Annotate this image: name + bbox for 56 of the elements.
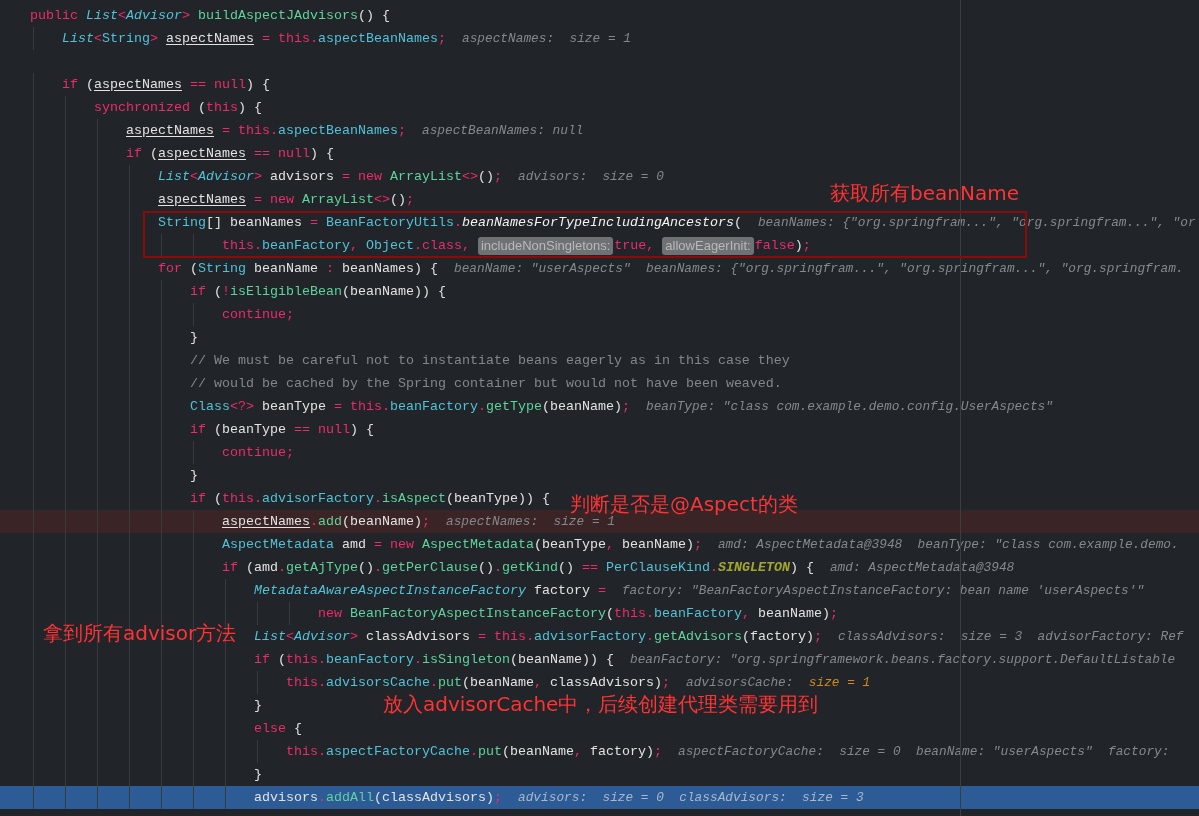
code-text: }	[254, 696, 262, 715]
code-text: aspectNames.add(beanName);	[222, 512, 430, 531]
code-text: if (beanType == null) {	[190, 420, 374, 439]
annotation-text: 拿到所有advisor方法	[43, 621, 237, 645]
code-text: if (aspectNames == null) {	[62, 75, 270, 94]
code-text: MetadataAwareAspectInstanceFactory factory =	[254, 581, 606, 600]
debug-value: advisorsCache: size = 1	[685, 673, 871, 692]
code-text: aspectNames = this.aspectBeanNames;	[126, 121, 406, 140]
annotation-text: 判断是否是@Aspect的类	[570, 492, 798, 516]
code-text: synchronized (this) {	[94, 98, 262, 117]
debug-value: advisors: size = 0 classAdvisors: size = 3	[518, 788, 864, 807]
code-text: List<String> aspectNames = this.aspectBeanNames;	[62, 29, 446, 48]
debug-value: advisors: size = 0	[517, 167, 664, 186]
code-text: for (String beanName : beanNames) {	[158, 259, 438, 278]
code-text: }	[254, 765, 262, 784]
code-text: Class<?> beanType = this.beanFactory.getType(beanName);	[190, 397, 630, 416]
code-text: String[] beanNames = BeanFactoryUtils.beanNamesForTypeIncludingAncestors(	[158, 213, 742, 232]
code-text: this.advisorsCache.put(beanName, classAdvisors);	[286, 673, 670, 692]
code-text: }	[190, 328, 198, 347]
code-text: else {	[254, 719, 302, 738]
debug-value: amd: AspectMetadata@3948 beanType: "class com.example.demo.	[717, 535, 1179, 554]
debug-value: aspectBeanNames: null	[421, 121, 584, 140]
debug-value: beanName: "userAspects" beanNames: {"org.springfram...", "org.springfram...", "org.springfram.	[453, 259, 1184, 278]
code-text: if (amd.getAjType().getPerClause().getKind() == PerClauseKind.SINGLETON) {	[222, 558, 814, 577]
parameter-hint: includeNonSingletons:	[478, 236, 614, 255]
debug-value: aspectNames: size = 1	[461, 29, 631, 48]
code-text: List<Advisor> advisors = new ArrayList<>();	[158, 167, 502, 186]
code-text: false);	[754, 236, 811, 255]
debug-value: aspectFactoryCache: size = 0 beanName: "userAspects" factory:	[677, 742, 1170, 761]
debug-value: classAdvisors: size = 3 advisorFactory: Ref	[837, 627, 1184, 646]
code-text: }	[190, 466, 198, 485]
code-text: if (aspectNames == null) {	[126, 144, 334, 163]
annotation-text: 放入advisorCache中，后续创建代理类需要用到	[383, 692, 819, 716]
code-text: new BeanFactoryAspectInstanceFactory(this.beanFactory, beanName);	[318, 604, 838, 623]
code-text: if (!isEligibleBean(beanName)) {	[190, 282, 446, 301]
code-text: this.beanFactory, Object.class,	[222, 236, 471, 255]
code-text: continue;	[222, 305, 294, 324]
code-text: if (this.beanFactory.isSingleton(beanName)) {	[254, 650, 614, 669]
debug-value: beanFactory: "org.springframework.beans.factory.support.DefaultListable	[629, 650, 1176, 669]
debug-value: factory: "BeanFactoryAspectInstanceFactory: bean name 'userAspects'"	[621, 581, 1145, 600]
code-text: AspectMetadata amd = new AspectMetadata(beanType, beanName);	[222, 535, 702, 554]
debug-value: amd: AspectMetadata@3948	[829, 558, 1015, 577]
code-text: true,	[614, 236, 656, 255]
code-text: // would be cached by the Spring container but would not have been weaved.	[190, 374, 782, 393]
code-text: this.aspectFactoryCache.put(beanName, factory);	[286, 742, 662, 761]
code-text: advisors.addAll(classAdvisors);	[254, 788, 502, 807]
code-text: List<Advisor> classAdvisors = this.advisorFactory.getAdvisors(factory);	[254, 627, 822, 646]
code-text: if (this.advisorFactory.isAspect(beanType)) {	[190, 489, 550, 508]
annotation-text: 获取所有beanName	[830, 181, 1019, 205]
parameter-hint: allowEagerInit:	[662, 236, 754, 255]
code-text: // We must be careful not to instantiate beans eagerly as in this case they	[190, 351, 790, 370]
code-text: public List<Advisor> buildAspectJAdvisors() {	[30, 6, 390, 25]
code-text: aspectNames = new ArrayList<>();	[158, 190, 414, 209]
debug-value: aspectNames: size = 1	[445, 513, 615, 531]
debug-value: beanType: "class com.example.demo.config.UserAspects"	[645, 397, 1053, 416]
code-text: continue;	[222, 443, 294, 462]
